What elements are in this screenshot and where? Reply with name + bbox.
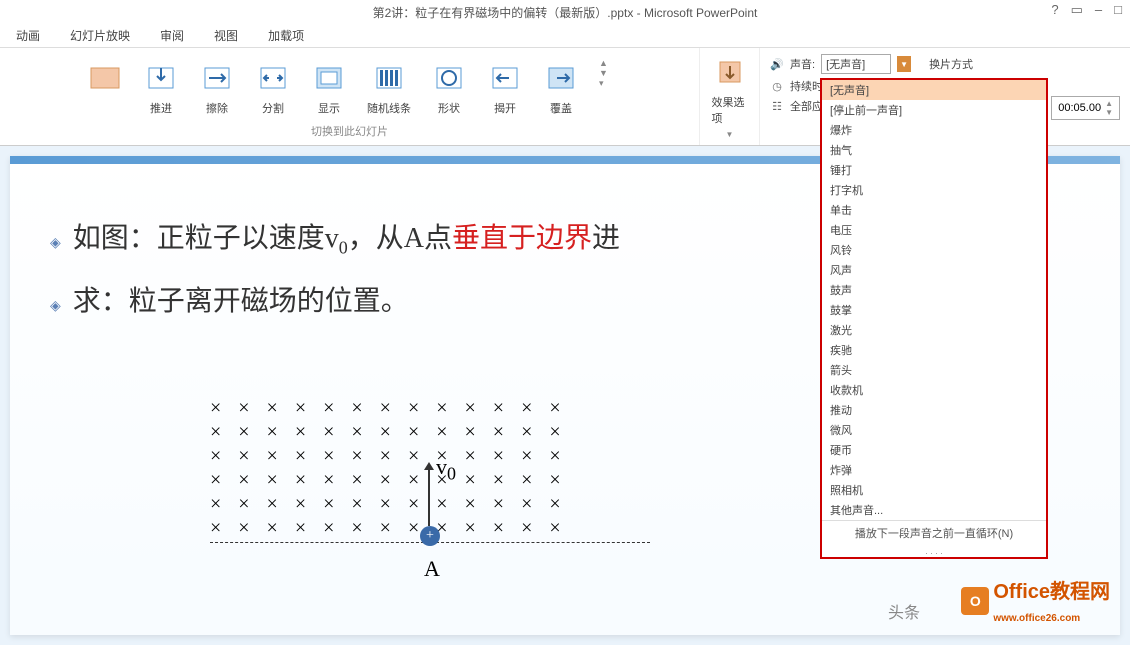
transition-split[interactable]: 分割 — [251, 58, 295, 118]
uncover-icon — [487, 60, 523, 96]
push-label: 推进 — [150, 100, 172, 116]
sound-option[interactable]: 锤打 — [822, 160, 1046, 180]
effect-options-icon — [712, 54, 748, 90]
resize-handle[interactable]: . . . . — [822, 545, 1046, 557]
sound-option[interactable]: 箭头 — [822, 360, 1046, 380]
sound-option[interactable]: 单击 — [822, 200, 1046, 220]
sound-option[interactable]: 炸弹 — [822, 460, 1046, 480]
menu-bar: 动画 幻灯片放映 审阅 视图 加载项 — [0, 24, 1130, 48]
random-bars-icon — [371, 60, 407, 96]
help-icon[interactable]: ? — [1051, 2, 1058, 18]
sound-value: [无声音] — [826, 56, 865, 72]
transition-preview[interactable] — [83, 58, 127, 114]
office-logo-icon: O — [961, 587, 989, 615]
sound-option[interactable]: 鼓声 — [822, 280, 1046, 300]
effect-options-label: 效果选项 — [712, 94, 748, 126]
velocity-arrow — [428, 466, 430, 526]
effect-options-button[interactable]: 效果选项 ▼ — [708, 52, 752, 141]
sound-option[interactable]: 风铃 — [822, 240, 1046, 260]
shape-icon — [431, 60, 467, 96]
transition-shape[interactable]: 形状 — [427, 58, 471, 118]
ribbon-toggle-icon[interactable]: ▭ — [1071, 2, 1083, 18]
transition-uncover[interactable]: 揭开 — [483, 58, 527, 118]
menu-animation[interactable]: 动画 — [10, 25, 46, 46]
velocity-label: v0 — [436, 454, 456, 484]
preview-icon — [87, 60, 123, 96]
transition-cover[interactable]: 覆盖 — [539, 58, 583, 118]
toutiao-watermark: 头条 — [888, 599, 920, 623]
sound-option[interactable]: 鼓掌 — [822, 300, 1046, 320]
sound-label: 声音: — [790, 56, 815, 72]
sound-option[interactable]: [停止前一声音] — [822, 100, 1046, 120]
wipe-label: 擦除 — [206, 100, 228, 116]
transition-reveal[interactable]: 显示 — [307, 58, 351, 118]
bullet-icon: ◈ — [50, 298, 61, 315]
split-icon — [255, 60, 291, 96]
apply-all-label[interactable]: 全部应 — [790, 98, 823, 114]
chevron-down-icon: ▼ — [726, 130, 734, 139]
sound-option[interactable]: 推动 — [822, 400, 1046, 420]
transition-push[interactable]: 推进 — [139, 58, 183, 118]
sound-dropdown-arrow[interactable]: ▼ — [897, 56, 911, 72]
duration-value: 00:05.00 — [1058, 102, 1101, 114]
window-title: 第2讲：粒子在有界磁场中的偏转（最新版）.pptx - Microsoft Po… — [373, 4, 758, 21]
cover-icon — [543, 60, 579, 96]
point-a-marker: + — [420, 526, 440, 546]
sound-option[interactable]: 风声 — [822, 260, 1046, 280]
reveal-label: 显示 — [318, 100, 340, 116]
sound-option[interactable]: [无声音] — [822, 80, 1046, 100]
brand-watermark: O Office教程网 www.office26.com — [961, 575, 1110, 627]
sound-select[interactable]: [无声音] — [821, 54, 891, 74]
gallery-scroll[interactable]: ▲▼▾ — [595, 58, 612, 89]
sound-loop-option[interactable]: 播放下一段声音之前一直循环(N) — [822, 520, 1046, 545]
apply-all-icon: ☷ — [770, 99, 784, 113]
transition-random-bars[interactable]: 随机线条 — [363, 58, 415, 118]
arrow-head-icon — [424, 462, 434, 470]
uncover-label: 揭开 — [494, 100, 516, 116]
title-bar: 第2讲：粒子在有界磁场中的偏转（最新版）.pptx - Microsoft Po… — [0, 0, 1130, 24]
sound-option[interactable]: 硬币 — [822, 440, 1046, 460]
minimize-icon[interactable]: – — [1095, 2, 1102, 18]
random-bars-label: 随机线条 — [367, 100, 411, 116]
sound-option[interactable]: 收款机 — [822, 380, 1046, 400]
spinner-icon[interactable]: ▲▼ — [1105, 99, 1113, 117]
advance-label: 换片方式 — [929, 56, 973, 72]
sound-option[interactable]: 其他声音... — [822, 500, 1046, 520]
wipe-icon — [199, 60, 235, 96]
cover-label: 覆盖 — [550, 100, 572, 116]
menu-review[interactable]: 审阅 — [154, 25, 190, 46]
sound-option[interactable]: 疾驰 — [822, 340, 1046, 360]
sound-option[interactable]: 照相机 — [822, 480, 1046, 500]
speaker-icon: 🔊 — [770, 57, 784, 71]
point-a-label: A — [424, 556, 440, 582]
sound-option[interactable]: 激光 — [822, 320, 1046, 340]
bullet-icon: ◈ — [50, 235, 61, 252]
menu-addins[interactable]: 加载项 — [262, 25, 310, 46]
menu-slideshow[interactable]: 幻灯片放映 — [64, 25, 136, 46]
group-label-transitions: 切换到此幻灯片 — [311, 121, 388, 141]
split-label: 分割 — [262, 100, 284, 116]
sound-option[interactable]: 微风 — [822, 420, 1046, 440]
duration-input[interactable]: 00:05.00 ▲▼ — [1051, 96, 1120, 120]
maximize-icon[interactable]: □ — [1114, 2, 1122, 18]
magnetic-field-diagram[interactable]: × × × × × × × × × × × × × × × × × × × × … — [210, 396, 650, 543]
sound-option[interactable]: 爆炸 — [822, 120, 1046, 140]
sound-option[interactable]: 电压 — [822, 220, 1046, 240]
duration-label: 持续时 — [790, 78, 823, 94]
sound-option[interactable]: 打字机 — [822, 180, 1046, 200]
sound-option[interactable]: 抽气 — [822, 140, 1046, 160]
push-icon — [143, 60, 179, 96]
reveal-icon — [311, 60, 347, 96]
sound-dropdown-menu: [无声音][停止前一声音]爆炸抽气锤打打字机单击电压风铃风声鼓声鼓掌激光疾驰箭头… — [820, 78, 1048, 559]
shape-label: 形状 — [438, 100, 460, 116]
transition-wipe[interactable]: 擦除 — [195, 58, 239, 118]
clock-icon: ◷ — [770, 79, 784, 93]
menu-view[interactable]: 视图 — [208, 25, 244, 46]
window-controls: ? ▭ – □ — [1051, 2, 1122, 18]
